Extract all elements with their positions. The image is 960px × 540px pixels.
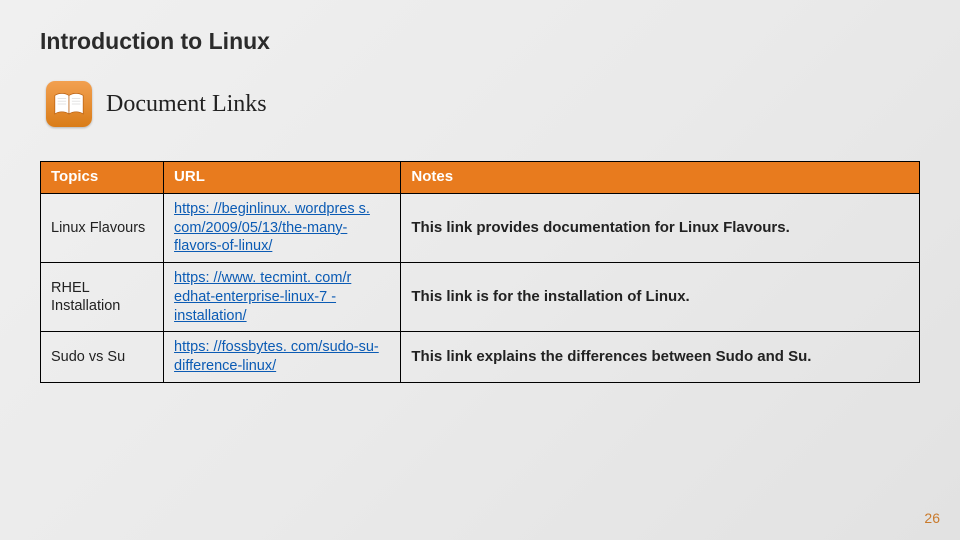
- url-link[interactable]: https: //www. tecmint. com/r edhat-enter…: [174, 270, 351, 324]
- page-number: 26: [924, 510, 940, 526]
- col-header-url: URL: [164, 162, 401, 194]
- table-row: Sudo vs Su https: //fossbytes. com/sudo-…: [41, 332, 920, 383]
- topic-cell: Sudo vs Su: [41, 332, 164, 383]
- topic-cell: Linux Flavours: [41, 193, 164, 262]
- url-cell: https: //fossbytes. com/sudo-su-differen…: [164, 332, 401, 383]
- section-header: Document Links: [46, 81, 920, 127]
- notes-cell: This link is for the installation of Lin…: [401, 263, 920, 332]
- col-header-topics: Topics: [41, 162, 164, 194]
- url-link[interactable]: https: //fossbytes. com/sudo-su-differen…: [174, 339, 379, 374]
- section-title: Document Links: [106, 91, 267, 118]
- topic-cell: RHEL Installation: [41, 263, 164, 332]
- notes-cell: This link explains the differences betwe…: [401, 332, 920, 383]
- col-header-notes: Notes: [401, 162, 920, 194]
- table-row: RHEL Installation https: //www. tecmint.…: [41, 263, 920, 332]
- url-cell: https: //beginlinux. wordpres s. com/200…: [164, 193, 401, 262]
- table-row: Linux Flavours https: //beginlinux. word…: [41, 193, 920, 262]
- book-icon: [46, 81, 92, 127]
- slide: Introduction to Linux Document Links Top…: [0, 0, 960, 540]
- table-header-row: Topics URL Notes: [41, 162, 920, 194]
- page-title: Introduction to Linux: [40, 28, 920, 55]
- url-cell: https: //www. tecmint. com/r edhat-enter…: [164, 263, 401, 332]
- notes-cell: This link provides documentation for Lin…: [401, 193, 920, 262]
- links-table: Topics URL Notes Linux Flavours https: /…: [40, 161, 920, 383]
- url-link[interactable]: https: //beginlinux. wordpres s. com/200…: [174, 201, 370, 255]
